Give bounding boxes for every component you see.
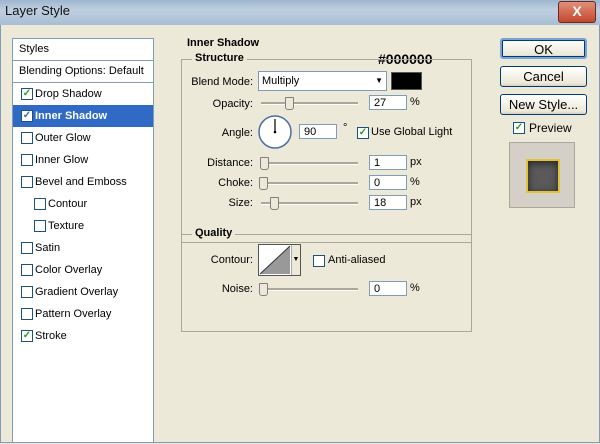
noise-input[interactable]: 0 — [369, 281, 407, 296]
contour-preview-icon — [259, 245, 291, 275]
style-checkbox[interactable] — [21, 176, 33, 188]
style-checkbox[interactable]: ✓ — [21, 88, 33, 100]
distance-input[interactable]: 1 — [369, 155, 407, 170]
style-checkbox[interactable]: ✓ — [21, 330, 33, 342]
style-item-label: Drop Shadow — [35, 88, 102, 100]
use-global-light-checkbox[interactable]: ✓ — [357, 127, 369, 139]
style-item-pattern-overlay[interactable]: Pattern Overlay — [13, 303, 153, 325]
distance-label: Distance: — [207, 157, 253, 169]
angle-input[interactable]: 90 — [299, 124, 337, 139]
style-item-label: Stroke — [35, 330, 67, 342]
style-item-label: Texture — [48, 220, 85, 232]
distance-unit: px — [410, 156, 422, 168]
style-item-label: Inner Glow — [35, 154, 89, 166]
cancel-button[interactable]: Cancel — [500, 66, 587, 87]
opacity-slider[interactable] — [261, 102, 358, 105]
choke-label: Choke: — [218, 177, 253, 189]
opacity-slider-thumb[interactable] — [285, 97, 294, 110]
close-button[interactable]: X — [558, 1, 596, 23]
blend-mode-label: Blend Mode: — [191, 76, 253, 88]
anti-aliased-label[interactable]: Anti-aliased — [328, 254, 385, 266]
style-checkbox[interactable] — [21, 286, 33, 298]
choke-unit: % — [410, 176, 420, 188]
ok-button[interactable]: OK — [500, 38, 587, 59]
quality-title: Quality — [192, 227, 236, 239]
angle-unit: ° — [343, 122, 348, 134]
shadow-color-swatch[interactable] — [391, 72, 422, 90]
contour-label: Contour: — [210, 254, 253, 266]
blend-mode-value: Multiply — [262, 75, 300, 87]
new-style-button[interactable]: New Style... — [500, 94, 587, 115]
style-item-label: Inner Shadow — [35, 110, 108, 122]
style-item-outer-glow[interactable]: Outer Glow — [13, 127, 153, 149]
angle-dial[interactable] — [257, 114, 293, 150]
noise-label: Noise: — [221, 283, 253, 295]
blending-options[interactable]: Blending Options: Default — [13, 61, 153, 83]
choke-slider[interactable] — [261, 182, 358, 185]
style-checkbox[interactable] — [21, 242, 33, 254]
style-item-gradient-overlay[interactable]: Gradient Overlay — [13, 281, 153, 303]
distance-slider[interactable] — [261, 162, 358, 165]
use-global-light-label[interactable]: Use Global Light — [371, 126, 452, 138]
style-preview-thumbnail — [509, 142, 575, 208]
style-item-texture[interactable]: Texture — [13, 215, 153, 237]
style-item-contour[interactable]: Contour — [13, 193, 153, 215]
styles-list: Styles Blending Options: Default ✓ Drop S… — [12, 38, 154, 443]
choke-input[interactable]: 0 — [369, 175, 407, 190]
preview-label[interactable]: Preview — [529, 121, 572, 135]
size-input[interactable]: 18 — [369, 195, 407, 210]
style-item-stroke[interactable]: ✓ Stroke — [13, 325, 153, 347]
chevron-down-icon: ▼ — [292, 256, 300, 263]
contour-picker[interactable]: ▼ — [258, 244, 301, 276]
style-item-bevel-and-emboss[interactable]: Bevel and Emboss — [13, 171, 153, 193]
angle-label: Angle: — [221, 127, 253, 139]
style-checkbox[interactable] — [21, 308, 33, 320]
size-unit: px — [410, 196, 422, 208]
style-item-color-overlay[interactable]: Color Overlay — [13, 259, 153, 281]
preview-checkbox[interactable]: ✓ — [513, 122, 525, 134]
style-item-label: Color Overlay — [35, 264, 103, 276]
style-item-drop-shadow[interactable]: ✓ Drop Shadow — [13, 83, 153, 105]
style-item-inner-shadow[interactable]: ✓ Inner Shadow — [13, 105, 153, 127]
style-checkbox[interactable] — [34, 198, 46, 210]
opacity-unit: % — [410, 96, 420, 108]
window-title: Layer Style — [5, 3, 71, 18]
chevron-down-icon: ▼ — [375, 76, 383, 85]
style-checkbox[interactable]: ✓ — [21, 110, 33, 122]
style-item-label: Gradient Overlay — [35, 286, 119, 298]
style-checkbox[interactable] — [34, 220, 46, 232]
style-checkbox[interactable] — [21, 264, 33, 276]
inner-shadow-title: Inner Shadow — [184, 37, 263, 49]
style-item-label: Contour — [48, 198, 88, 210]
dialog-body: Styles Blending Options: Default ✓ Drop S… — [0, 25, 600, 443]
choke-slider-thumb[interactable] — [259, 177, 268, 190]
contour-dropdown-arrow[interactable]: ▼ — [291, 245, 300, 275]
noise-slider-thumb[interactable] — [259, 283, 268, 296]
distance-slider-thumb[interactable] — [260, 157, 269, 170]
styles-header[interactable]: Styles — [13, 39, 153, 61]
style-checkbox[interactable] — [21, 154, 33, 166]
opacity-label: Opacity: — [212, 98, 253, 110]
opacity-input[interactable]: 27 — [369, 95, 407, 110]
style-item-label: Pattern Overlay — [35, 308, 112, 320]
style-checkbox[interactable] — [21, 132, 33, 144]
style-item-satin[interactable]: Satin — [13, 237, 153, 259]
structure-title: Structure — [192, 52, 247, 64]
title-bar: Layer Style X — [0, 0, 600, 25]
style-item-inner-glow[interactable]: Inner Glow — [13, 149, 153, 171]
blend-mode-dropdown[interactable]: Multiply ▼ — [258, 71, 387, 91]
preview-swatch — [526, 159, 560, 193]
size-label: Size: — [228, 197, 253, 209]
size-slider-thumb[interactable] — [270, 197, 279, 210]
style-item-label: Bevel and Emboss — [35, 176, 127, 188]
noise-unit: % — [410, 282, 420, 294]
style-item-label: Satin — [35, 242, 61, 254]
style-item-label: Outer Glow — [35, 132, 91, 144]
noise-slider[interactable] — [261, 288, 358, 291]
anti-aliased-checkbox[interactable] — [313, 255, 325, 267]
